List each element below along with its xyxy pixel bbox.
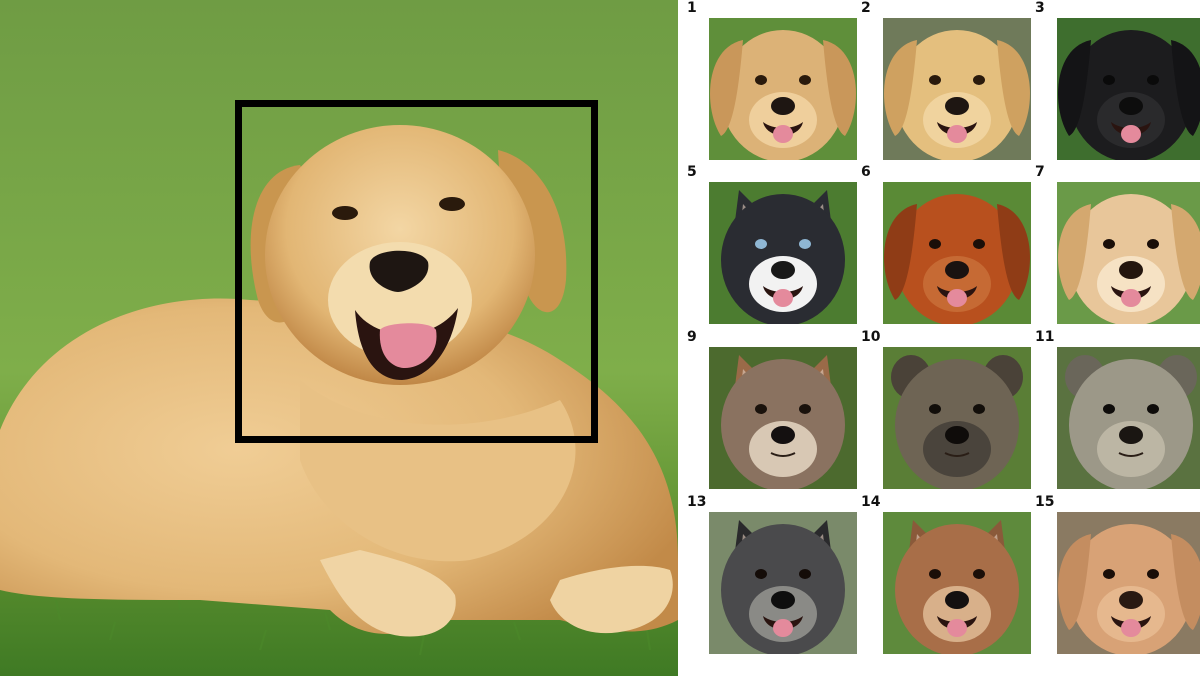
red-wire-haired-dog-face-thumbnail <box>883 182 1031 324</box>
tongue <box>947 619 967 637</box>
nose <box>945 426 969 444</box>
tongue <box>1121 125 1141 143</box>
eye-right <box>1147 239 1159 249</box>
golden-retriever-face-thumbnail <box>709 18 857 160</box>
grid-cell: 13 <box>679 494 857 659</box>
nose <box>945 97 969 115</box>
eye-right <box>973 404 985 414</box>
black-curly-dog-face-thumbnail <box>1057 18 1200 160</box>
dog-eye-left <box>332 206 358 220</box>
tongue <box>773 619 793 637</box>
nose <box>771 426 795 444</box>
eye-left <box>755 239 767 249</box>
eye-right <box>973 569 985 579</box>
eye-right <box>973 75 985 85</box>
grid-cell: 2 <box>853 0 1031 165</box>
grid-cell: 1 <box>679 0 857 165</box>
cell-number: 7 <box>1035 164 1045 180</box>
cell-number: 2 <box>861 0 871 16</box>
tongue <box>1121 619 1141 637</box>
eye-left <box>1103 239 1115 249</box>
eye-left <box>929 404 941 414</box>
eye-left <box>1103 404 1115 414</box>
eye-left <box>1103 569 1115 579</box>
cell-number: 15 <box>1035 494 1055 510</box>
cell-number: 3 <box>1035 0 1045 16</box>
tongue <box>773 289 793 307</box>
wild-dog-face-thumbnail <box>883 512 1031 654</box>
eye-right <box>799 75 811 85</box>
cell-number: 11 <box>1035 329 1055 345</box>
fox-face-thumbnail <box>709 347 857 489</box>
husky-face-thumbnail <box>709 182 857 324</box>
eye-left <box>929 75 941 85</box>
grid-cell: 3 <box>1027 0 1200 165</box>
grid-cell: 5 <box>679 164 857 329</box>
tongue <box>947 125 967 143</box>
nose <box>1119 97 1143 115</box>
eye-left <box>755 75 767 85</box>
cell-number: 6 <box>861 164 871 180</box>
nose <box>771 97 795 115</box>
nose <box>771 591 795 609</box>
cell-number: 10 <box>861 329 881 345</box>
eye-right <box>1147 404 1159 414</box>
nose <box>945 591 969 609</box>
eye-right <box>799 404 811 414</box>
grid-cell: 7 <box>1027 164 1200 329</box>
nose <box>945 261 969 279</box>
cell-number: 14 <box>861 494 881 510</box>
cocker-spaniel-face-thumbnail <box>1057 182 1200 324</box>
grid-cell: 14 <box>853 494 1031 659</box>
eye-left <box>755 569 767 579</box>
hyena-face-thumbnail <box>883 347 1031 489</box>
keeshond-face-thumbnail <box>709 512 857 654</box>
grid-cell: 11 <box>1027 329 1200 494</box>
tongue <box>773 125 793 143</box>
grid-cell: 6 <box>853 164 1031 329</box>
golden-retriever-photo <box>0 0 678 676</box>
eye-left <box>929 239 941 249</box>
cell-number: 5 <box>687 164 697 180</box>
grid-cell: 15 <box>1027 494 1200 659</box>
nose <box>1119 591 1143 609</box>
eye-right <box>973 239 985 249</box>
eye-left <box>929 569 941 579</box>
labrador-face-thumbnail <box>883 18 1031 160</box>
cell-number: 13 <box>687 494 707 510</box>
eye-right <box>1147 569 1159 579</box>
eye-left <box>1103 75 1115 85</box>
poodle-face-thumbnail <box>1057 512 1200 654</box>
eye-right <box>799 239 811 249</box>
nose <box>1119 261 1143 279</box>
cell-number: 1 <box>687 0 697 16</box>
grid-cell: 9 <box>679 329 857 494</box>
cell-number: 9 <box>687 329 697 345</box>
animal-face-grid: 1 2 3 5 6 7 9 10 11 13 14 15 <box>679 0 1200 676</box>
tongue <box>947 289 967 307</box>
nose <box>771 261 795 279</box>
eye-right <box>799 569 811 579</box>
grid-cell: 10 <box>853 329 1031 494</box>
tongue <box>1121 289 1141 307</box>
dog-eye-right <box>439 197 465 211</box>
nose <box>1119 426 1143 444</box>
meerkat-face-thumbnail <box>1057 347 1200 489</box>
eye-right <box>1147 75 1159 85</box>
eye-left <box>755 404 767 414</box>
